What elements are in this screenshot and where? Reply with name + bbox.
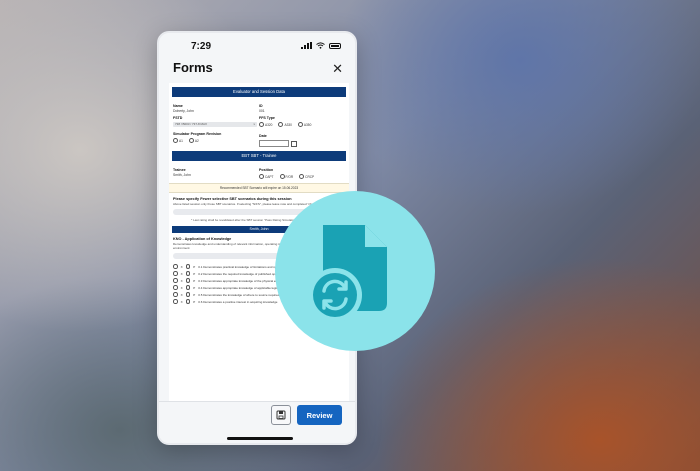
bottom-toolbar: Review [159, 401, 355, 443]
close-icon[interactable]: ✕ [332, 61, 343, 77]
signal-icon [301, 42, 312, 49]
ftd-type-option-1[interactable]: A320 [259, 122, 272, 127]
name-value: Doherty, John [173, 109, 194, 113]
battery-icon [329, 42, 341, 49]
status-icons [301, 42, 341, 49]
ftd-type-option-3[interactable]: A350 [297, 122, 311, 127]
sim-label: Simulator Program Revision [173, 132, 222, 136]
position-option-2[interactable]: F/OR [279, 174, 293, 179]
ftd-type-label: FFS Type [259, 116, 275, 120]
form-sync-icon [308, 225, 387, 322]
save-button[interactable] [271, 405, 291, 425]
clear-icon[interactable]: x [254, 122, 256, 127]
date-field[interactable] [259, 140, 289, 147]
sim-option-2[interactable]: A2 [188, 138, 199, 143]
calendar-icon[interactable] [291, 140, 297, 147]
name-label: Name [173, 104, 183, 108]
page-title: Forms [173, 60, 213, 75]
position-label: Position [259, 168, 274, 172]
home-indicator [227, 437, 293, 440]
status-bar: 7:29 [159, 33, 355, 55]
section-header-evaluator: Evaluator and Session Data [172, 87, 346, 97]
save-icon [276, 410, 286, 420]
id-value: 001 [259, 109, 265, 113]
section-header-trainee: EBT SBT - Trainee [172, 151, 346, 161]
date-label: Date [259, 134, 267, 138]
ftd-label: FSTD [173, 116, 183, 120]
form-sync-badge [275, 191, 435, 351]
id-label: ID [259, 104, 263, 108]
status-time: 7:29 [191, 41, 212, 52]
ftd-field[interactable]: 738 / B003 / 737-8 MAX x [173, 122, 257, 127]
ftd-value: 738 / B003 / 737-8 MAX [175, 122, 208, 126]
trainee-value: Smith, John [173, 173, 191, 177]
review-button[interactable]: Review [297, 405, 342, 425]
wifi-icon [316, 42, 325, 49]
ftd-type-option-2[interactable]: A330 [278, 122, 292, 127]
sim-option-1[interactable]: A1 [173, 138, 183, 143]
position-option-3[interactable]: CRCP [299, 174, 314, 179]
app-header: Forms ✕ [159, 55, 355, 83]
position-option-1[interactable]: CAPT [259, 174, 274, 179]
trainee-label: Trainee [173, 168, 186, 172]
